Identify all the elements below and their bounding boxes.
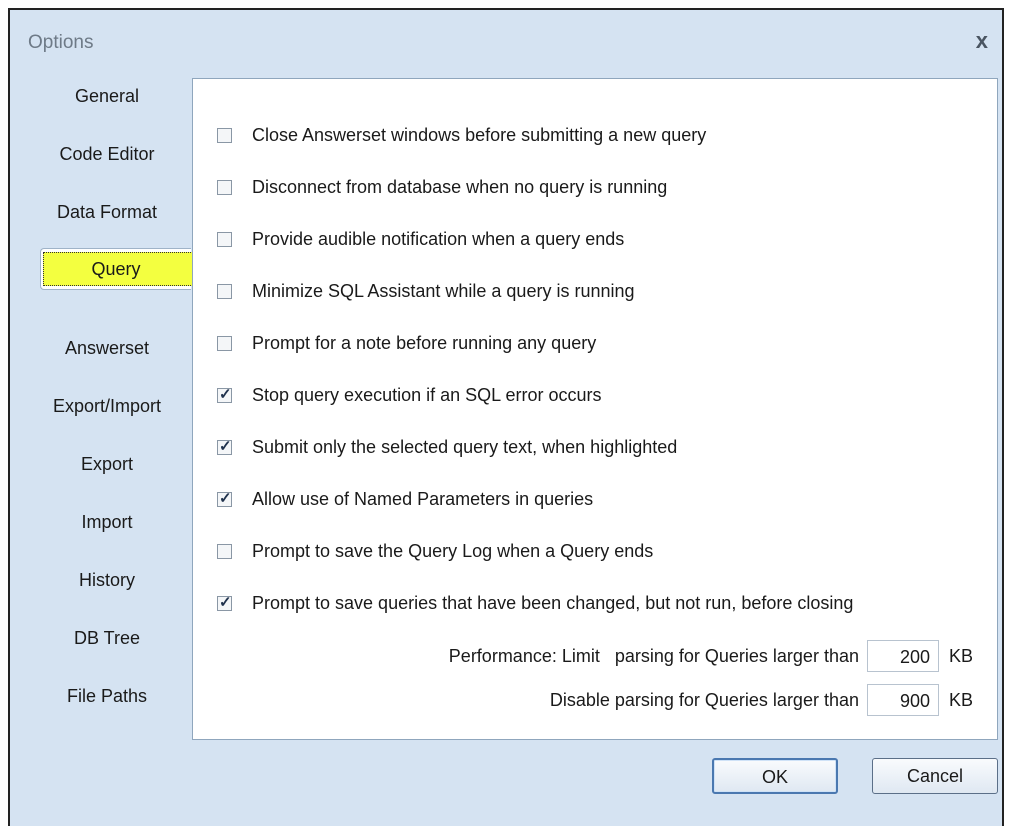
option-label: Stop query execution if an SQL error occ… <box>252 384 602 405</box>
window-title: Options <box>28 32 94 53</box>
performance-limit-row: Performance: Limit parsing for Queries l… <box>449 639 973 673</box>
option-row[interactable]: Allow use of Named Parameters in queries <box>217 485 593 513</box>
tab-label: Query <box>91 259 141 279</box>
query-options-panel: Close Answerset windows before submittin… <box>192 78 998 740</box>
tab-label: Data Format <box>56 202 158 222</box>
checkbox[interactable] <box>217 437 232 455</box>
checkbox[interactable] <box>217 543 232 559</box>
option-label: Submit only the selected query text, whe… <box>252 436 678 457</box>
option-label: Prompt to save the Query Log when a Quer… <box>252 540 654 561</box>
option-row[interactable]: Disconnect from database when no query i… <box>217 173 667 201</box>
close-icon[interactable]: x <box>976 28 988 54</box>
tab-query[interactable]: Query <box>40 248 193 290</box>
tab-general[interactable]: General <box>22 76 192 116</box>
tab-label: History <box>78 570 135 590</box>
tab-label: Code Editor <box>59 144 155 164</box>
options-dialog: Options x General Code Editor Data Forma… <box>8 8 1004 826</box>
option-label: Minimize SQL Assistant while a query is … <box>252 280 635 301</box>
option-label: Prompt for a note before running any que… <box>252 332 597 353</box>
checkbox[interactable] <box>217 283 232 299</box>
option-label: Provide audible notification when a quer… <box>252 228 625 249</box>
tab-export[interactable]: Export <box>22 444 192 484</box>
checkbox[interactable] <box>217 385 232 403</box>
tab-file-paths[interactable]: File Paths <box>22 676 192 716</box>
tab-answerset[interactable]: Answerset <box>22 328 192 368</box>
option-row[interactable]: Submit only the selected query text, whe… <box>217 433 677 461</box>
tab-label: File Paths <box>66 686 148 706</box>
option-label: Allow use of Named Parameters in queries <box>252 488 594 509</box>
tab-label: Export <box>80 454 134 474</box>
option-row[interactable]: Provide audible notification when a quer… <box>217 225 624 253</box>
tab-data-format[interactable]: Data Format <box>22 192 192 232</box>
cancel-button[interactable]: Cancel <box>872 758 998 794</box>
tab-label: Answerset <box>64 338 150 358</box>
checkbox[interactable] <box>217 231 232 247</box>
tab-import[interactable]: Import <box>22 502 192 542</box>
option-row[interactable]: Prompt to save queries that have been ch… <box>217 589 853 617</box>
checkbox[interactable] <box>217 489 232 507</box>
checkbox[interactable] <box>217 127 232 143</box>
tab-history[interactable]: History <box>22 560 192 600</box>
title-bar: Options x <box>10 10 1002 72</box>
disable-unit-label: KB <box>948 689 973 710</box>
ok-button[interactable]: OK <box>712 758 838 794</box>
disable-size-input[interactable]: 900 <box>866 684 939 716</box>
tab-label: Export/Import <box>52 396 162 416</box>
performance-disable-label: Disable parsing for Queries larger than <box>549 689 859 710</box>
tab-code-editor[interactable]: Code Editor <box>22 134 192 174</box>
tab-db-tree[interactable]: DB Tree <box>22 618 192 658</box>
checkbox[interactable] <box>217 335 232 351</box>
option-row[interactable]: Close Answerset windows before submittin… <box>217 121 706 149</box>
tab-label: DB Tree <box>73 628 141 648</box>
checkbox[interactable] <box>217 179 232 195</box>
tab-export-import[interactable]: Export/Import <box>22 386 192 426</box>
tab-label: Import <box>81 512 133 532</box>
option-label: Disconnect from database when no query i… <box>252 176 668 197</box>
limit-unit-label: KB <box>948 645 973 666</box>
option-row[interactable]: Stop query execution if an SQL error occ… <box>217 381 602 409</box>
option-row[interactable]: Prompt for a note before running any que… <box>217 329 596 357</box>
option-row[interactable]: Minimize SQL Assistant while a query is … <box>217 277 635 305</box>
option-row[interactable]: Prompt to save the Query Log when a Quer… <box>217 537 653 565</box>
option-label: Close Answerset windows before submittin… <box>252 124 707 145</box>
performance-disable-row: Disable parsing for Queries larger than … <box>550 683 973 717</box>
tab-label: General <box>74 86 140 106</box>
performance-limit-label: Performance: Limit parsing for Queries l… <box>448 645 859 666</box>
limit-size-input[interactable]: 200 <box>866 640 939 672</box>
checkbox[interactable] <box>217 593 232 611</box>
option-label: Prompt to save queries that have been ch… <box>252 592 854 613</box>
